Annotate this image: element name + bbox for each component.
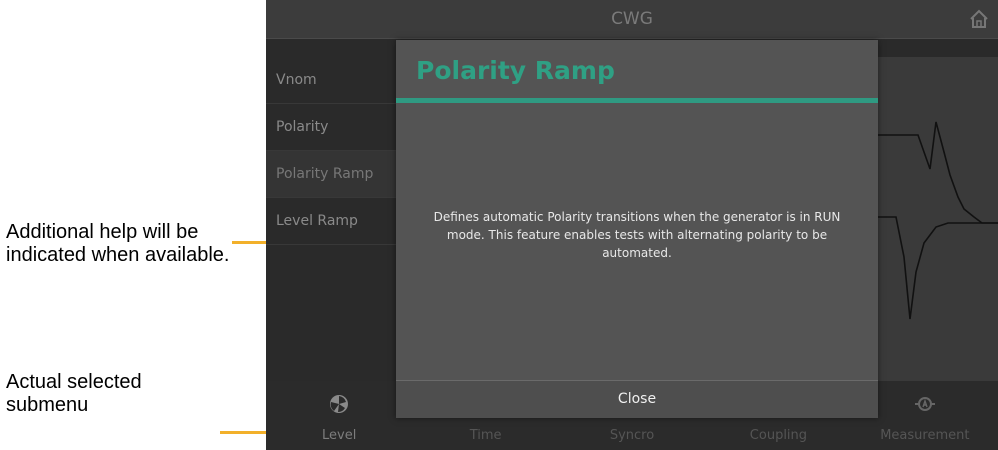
tab-label-level: Level [322,428,357,443]
dialog-footer: Close [396,380,878,418]
submenu-annotation: Actual selected submenu [6,371,142,416]
tab-label-measurement: Measurement [880,428,970,443]
submenu-list: Vnom Polarity Polarity Ramp Level Ramp [266,57,398,245]
level-icon [330,395,349,413]
menu-item-level-ramp[interactable]: Level Ramp [266,198,398,245]
tab-label-coupling: Coupling [749,428,808,443]
help-annotation: Additional help will be indicated when a… [6,221,230,266]
title-bar: CWG [266,0,998,39]
menu-item-vnom[interactable]: Vnom [266,57,398,104]
help-dialog: Polarity Ramp Defines automatic Polarity… [396,40,878,418]
dialog-title: Polarity Ramp [416,56,615,85]
menu-item-polarity[interactable]: Polarity [266,104,398,151]
dialog-body-text: Defines automatic Polarity transitions w… [433,210,841,260]
waveform-preview [878,57,998,382]
screen-title: CWG [611,9,653,29]
menu-item-polarity-ramp[interactable]: Polarity Ramp [266,151,398,198]
tab-label-time: Time [469,428,502,443]
tab-level[interactable]: Level [266,381,412,450]
measurement-icon [914,397,935,411]
home-icon[interactable] [968,8,990,30]
dialog-header: Polarity Ramp [396,40,878,103]
tab-label-syncro: Syncro [609,428,655,443]
close-button[interactable]: Close [396,381,878,418]
